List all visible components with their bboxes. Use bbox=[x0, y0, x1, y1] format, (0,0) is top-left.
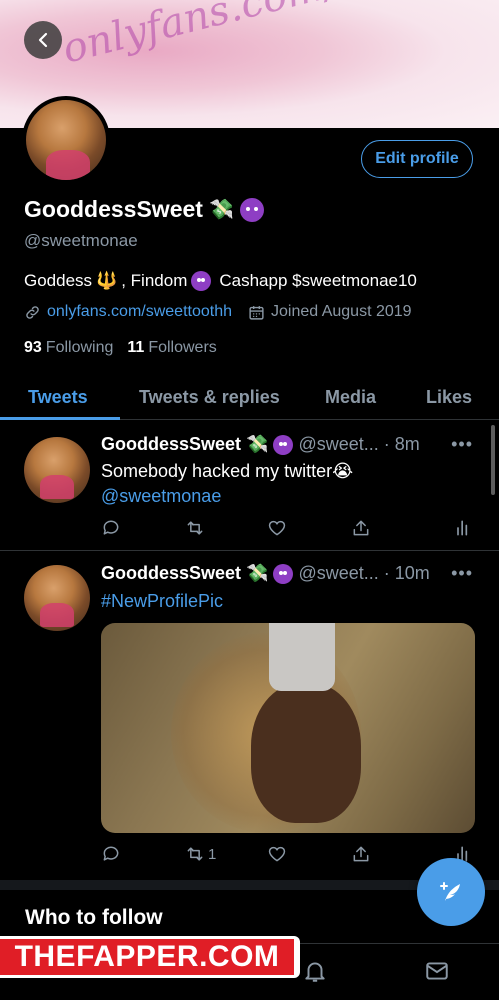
like-button[interactable] bbox=[267, 844, 287, 864]
compose-tweet-button[interactable] bbox=[417, 858, 485, 926]
tweet-hashtag-link[interactable]: #NewProfilePic bbox=[101, 591, 223, 611]
bio-text-cashapp: Cashapp $sweetmonae10 bbox=[219, 271, 417, 290]
tweet-actions: 1 bbox=[101, 844, 471, 866]
tweet-photo[interactable] bbox=[101, 623, 475, 833]
retweet-button[interactable]: 1 bbox=[185, 844, 216, 864]
money-wings-emoji-icon: 💸 bbox=[246, 563, 269, 583]
retweet-icon bbox=[187, 521, 203, 535]
analytics-button[interactable] bbox=[453, 518, 473, 538]
smiling-devil-emoji-icon bbox=[191, 271, 212, 291]
tab-tweets[interactable]: Tweets bbox=[28, 374, 88, 420]
tweet-body: Somebody hacked my twitter bbox=[101, 461, 333, 481]
share-button[interactable] bbox=[351, 844, 371, 864]
tweet-item[interactable]: GooddessSweet 💸 @sweet... · 8m ••• Someb… bbox=[0, 421, 499, 551]
reply-icon bbox=[103, 846, 119, 861]
tweet-header: GooddessSweet 💸 @sweet... · 10m bbox=[101, 563, 430, 584]
reply-button[interactable] bbox=[101, 844, 121, 864]
tab-likes[interactable]: Likes bbox=[426, 374, 472, 420]
profile-bio: Goddess 🔱 , Findom Cashapp $sweetmonae10 bbox=[24, 271, 417, 291]
tweet-mention-link[interactable]: @sweetmonae bbox=[101, 486, 221, 506]
following-stat[interactable]: 93 Following bbox=[24, 339, 113, 357]
crying-face-emoji-icon: 😭 bbox=[332, 461, 354, 481]
who-to-follow-title: Who to follow bbox=[25, 906, 163, 929]
heart-icon bbox=[268, 520, 286, 536]
tweet-author-name[interactable]: GooddessSweet bbox=[101, 563, 241, 584]
smiling-devil-emoji-icon bbox=[239, 197, 264, 222]
tweet-time: · 8m bbox=[383, 434, 420, 454]
following-count: 93 bbox=[24, 339, 42, 356]
photo-face-shape bbox=[251, 683, 361, 823]
share-icon bbox=[353, 520, 369, 536]
share-icon bbox=[353, 846, 369, 862]
heart-icon bbox=[268, 846, 286, 862]
watermark-banner: THEFAPPER.COM bbox=[0, 936, 300, 978]
more-options-icon[interactable]: ••• bbox=[451, 434, 473, 455]
profile-link-text[interactable]: onlyfans.com/sweettoothh bbox=[47, 303, 232, 321]
profile-handle: @sweetmonae bbox=[24, 231, 138, 250]
reply-icon bbox=[103, 520, 119, 535]
bio-text-findom: , Findom bbox=[121, 271, 188, 290]
followers-count: 11 bbox=[127, 339, 145, 356]
like-button[interactable] bbox=[267, 518, 287, 538]
smiling-devil-emoji-icon bbox=[273, 563, 294, 584]
tweet-author-name[interactable]: GooddessSweet bbox=[101, 434, 241, 455]
tweet-text: Somebody hacked my twitter😭 @sweetmonae bbox=[101, 459, 353, 509]
tweet-time: · 10m bbox=[383, 563, 430, 583]
tweet-avatar[interactable] bbox=[24, 437, 90, 503]
bio-text-goddess: Goddess bbox=[24, 271, 93, 290]
joined-date: Joined August 2019 bbox=[248, 303, 412, 321]
back-button[interactable] bbox=[24, 21, 62, 59]
money-wings-emoji-icon: 💸 bbox=[208, 199, 234, 221]
smiling-devil-emoji-icon bbox=[273, 434, 294, 455]
following-label: Following bbox=[45, 339, 114, 356]
tweet-avatar[interactable] bbox=[24, 565, 90, 631]
display-name: GooddessSweet 💸 bbox=[24, 196, 264, 223]
analytics-icon bbox=[457, 520, 468, 536]
retweet-count: 1 bbox=[208, 845, 217, 863]
profile-avatar[interactable] bbox=[22, 96, 110, 184]
display-name-text: GooddessSweet bbox=[24, 196, 203, 222]
share-button[interactable] bbox=[351, 518, 371, 538]
chevron-left-icon bbox=[38, 32, 48, 48]
followers-label: Followers bbox=[148, 339, 217, 356]
more-options-icon[interactable]: ••• bbox=[451, 563, 473, 584]
watermark-text: THEFAPPER.COM bbox=[0, 939, 294, 975]
retweet-button[interactable] bbox=[185, 518, 205, 538]
tweet-header: GooddessSweet 💸 @sweet... · 8m bbox=[101, 434, 420, 455]
trident-emoji-icon: 🔱 bbox=[96, 271, 118, 290]
tweet-text: #NewProfilePic bbox=[101, 589, 223, 614]
calendar-icon bbox=[249, 305, 264, 320]
banner-watermark-text: onlyfans.com/Sweettooth bbox=[58, 0, 499, 73]
followers-stat[interactable]: 11 Followers bbox=[127, 339, 216, 357]
tweet-actions bbox=[101, 518, 471, 540]
feather-plus-icon bbox=[440, 882, 460, 901]
link-icon bbox=[26, 305, 39, 319]
profile-meta: onlyfans.com/sweettoothh Joined August 2… bbox=[24, 303, 412, 321]
retweet-icon bbox=[187, 847, 203, 861]
tweet-author-handle[interactable]: @sweet... bbox=[298, 563, 378, 584]
bell-icon[interactable] bbox=[302, 958, 328, 984]
profile-link[interactable]: onlyfans.com/sweettoothh bbox=[24, 303, 232, 321]
active-tab-indicator bbox=[0, 417, 120, 420]
reply-button[interactable] bbox=[101, 518, 121, 538]
tweet-author-handle[interactable]: @sweet... bbox=[298, 434, 378, 455]
follow-stats: 93 Following 11 Followers bbox=[24, 339, 217, 357]
tab-tweets-replies[interactable]: Tweets & replies bbox=[139, 374, 280, 420]
edit-profile-button[interactable]: Edit profile bbox=[361, 140, 473, 178]
mail-icon[interactable] bbox=[424, 958, 450, 984]
joined-text: Joined August 2019 bbox=[271, 303, 412, 320]
money-wings-emoji-icon: 💸 bbox=[246, 434, 269, 454]
profile-tabs: Tweets Tweets & replies Media Likes bbox=[0, 374, 499, 420]
photo-phone-shape bbox=[269, 623, 335, 691]
tab-media[interactable]: Media bbox=[325, 374, 376, 420]
